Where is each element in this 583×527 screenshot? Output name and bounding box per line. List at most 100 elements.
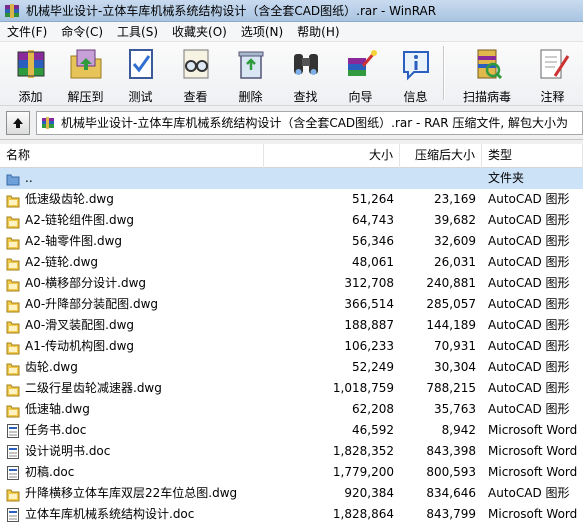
menu-favorites[interactable]: 收藏夹(O): [165, 22, 234, 42]
file-packed-size: 144,189: [426, 318, 476, 332]
view-button[interactable]: 查看: [168, 42, 223, 104]
file-name: A2-链轮组件图.dwg: [25, 213, 135, 227]
file-name-cell: 低速轴.dwg: [0, 399, 264, 420]
comment-pen-icon: [535, 46, 571, 82]
file-size: 1,018,759: [332, 381, 394, 395]
list-item[interactable]: 二级行星齿轮减速器.dwg 1,018,759 788,215 AutoCAD 图形: [0, 378, 583, 399]
file-size: 920,384: [344, 486, 394, 500]
menu-tools[interactable]: 工具(S): [110, 22, 165, 42]
file-type: AutoCAD 图形: [488, 276, 570, 290]
file-name: ..: [25, 171, 33, 185]
wizard-label: 向导: [348, 90, 373, 104]
add-button[interactable]: 添加: [3, 42, 58, 104]
file-size: 46,592: [352, 423, 394, 437]
file-name: A2-轴零件图.dwg: [25, 234, 123, 248]
title-bar: 机械毕业设计-立体车库机械系统结构设计（含全套CAD图纸）.rar - WinR…: [0, 0, 583, 22]
file-packed-size: 285,057: [426, 297, 476, 311]
file-size: 366,514: [344, 297, 394, 311]
file-size: 56,346: [352, 234, 394, 248]
add-archive-icon: [13, 46, 49, 82]
file-packed-size: 8,942: [441, 423, 476, 437]
dwg-file-icon: [6, 276, 20, 292]
winrar-app-icon[interactable]: [4, 3, 20, 19]
file-name-cell: 初稿.doc: [0, 462, 264, 483]
path-bar: 机械毕业设计-立体车库机械系统结构设计（含全套CAD图纸）.rar - RAR …: [0, 106, 583, 140]
menu-file[interactable]: 文件(F): [0, 22, 54, 42]
list-item[interactable]: A0-滑叉装配图.dwg 188,887 144,189 AutoCAD 图形: [0, 315, 583, 336]
find-binoculars-icon: [288, 46, 324, 82]
column-packed-header[interactable]: 压缩后大小: [400, 144, 482, 168]
column-size-header[interactable]: 大小: [264, 144, 400, 168]
comment-label: 注释: [540, 90, 565, 104]
file-type: AutoCAD 图形: [488, 192, 570, 206]
list-item[interactable]: A0-升降部分装配图.dwg 366,514 285,057 AutoCAD 图形: [0, 294, 583, 315]
extract-to-button[interactable]: 解压到: [58, 42, 113, 104]
doc-file-icon: [6, 444, 20, 460]
list-item[interactable]: .. 文件夹: [0, 168, 583, 189]
info-button[interactable]: 信息: [388, 42, 443, 104]
list-item[interactable]: 低速级齿轮.dwg 51,264 23,169 AutoCAD 图形: [0, 189, 583, 210]
test-button[interactable]: 测试: [113, 42, 168, 104]
find-button[interactable]: 查找: [278, 42, 333, 104]
list-item[interactable]: 初稿.doc 1,779,200 800,593 Microsoft Word: [0, 462, 583, 483]
list-item[interactable]: 齿轮.dwg 52,249 30,304 AutoCAD 图形: [0, 357, 583, 378]
list-item[interactable]: A2-链轮组件图.dwg 64,743 39,682 AutoCAD 图形: [0, 210, 583, 231]
file-name: A0-横移部分设计.dwg: [25, 276, 147, 290]
wizard-wand-icon: [343, 46, 379, 82]
list-header: 名称 大小 压缩后大小 类型: [0, 144, 583, 168]
file-type: AutoCAD 图形: [488, 402, 570, 416]
file-packed-size: 30,304: [434, 360, 476, 374]
file-type: AutoCAD 图形: [488, 297, 570, 311]
file-name-cell: 任务书.doc: [0, 420, 264, 441]
window-title: 机械毕业设计-立体车库机械系统结构设计（含全套CAD图纸）.rar - WinR…: [26, 4, 437, 18]
up-folder-button[interactable]: [6, 110, 30, 135]
list-item[interactable]: A1-传动机构图.dwg 106,233 70,931 AutoCAD 图形: [0, 336, 583, 357]
list-item[interactable]: 立体车库机械系统结构设计.doc 1,828,864 843,799 Microsof…: [0, 504, 583, 525]
delete-button[interactable]: 删除: [223, 42, 278, 104]
list-item[interactable]: 低速轴.dwg 62,208 35,763 AutoCAD 图形: [0, 399, 583, 420]
menu-help[interactable]: 帮助(H): [290, 22, 346, 42]
column-name-header[interactable]: 名称: [0, 144, 264, 168]
extract-to-label: 解压到: [67, 90, 104, 104]
file-type: AutoCAD 图形: [488, 213, 570, 227]
file-packed-size: 39,682: [434, 213, 476, 227]
rar-archive-icon: [41, 116, 55, 130]
wizard-button[interactable]: 向导: [333, 42, 388, 104]
menu-commands[interactable]: 命令(C): [54, 22, 110, 42]
file-size: 62,208: [352, 402, 394, 416]
file-name-cell: A2-链轮组件图.dwg: [0, 210, 264, 231]
file-type: Microsoft Word: [488, 507, 578, 521]
scan-virus-button[interactable]: 扫描病毒: [449, 42, 525, 104]
file-name-cell: A2-轴零件图.dwg: [0, 231, 264, 252]
column-type-header[interactable]: 类型: [482, 144, 583, 168]
dwg-file-icon: [6, 402, 20, 418]
file-size: 51,264: [352, 192, 394, 206]
file-name-cell: 立体车库机械系统结构设计.doc: [0, 504, 264, 525]
file-packed-size: 843,799: [426, 507, 476, 521]
folder-up-icon: [6, 171, 20, 187]
dwg-file-icon: [6, 213, 20, 229]
file-name: 低速轴.dwg: [25, 402, 90, 416]
dwg-file-icon: [6, 486, 20, 502]
file-name: A2-链轮.dwg: [25, 255, 99, 269]
dwg-file-icon: [6, 360, 20, 376]
add-label: 添加: [18, 90, 43, 104]
list-item[interactable]: 设计说明书.doc 1,828,352 843,398 Microsoft Word: [0, 441, 583, 462]
file-name: 齿轮.dwg: [25, 360, 78, 374]
archive-path-field[interactable]: 机械毕业设计-立体车库机械系统结构设计（含全套CAD图纸）.rar - RAR …: [36, 110, 583, 135]
file-type: 文件夹: [488, 171, 525, 185]
list-item[interactable]: A2-链轮.dwg 48,061 26,031 AutoCAD 图形: [0, 252, 583, 273]
comment-button[interactable]: 注释: [525, 42, 580, 104]
menu-options[interactable]: 选项(N): [234, 22, 290, 42]
file-name: 二级行星齿轮减速器.dwg: [25, 381, 162, 395]
list-item[interactable]: A2-轴零件图.dwg 56,346 32,609 AutoCAD 图形: [0, 231, 583, 252]
file-name: 设计说明书.doc: [25, 444, 111, 458]
file-name-cell: 齿轮.dwg: [0, 357, 264, 378]
list-item[interactable]: A0-横移部分设计.dwg 312,708 240,881 AutoCAD 图形: [0, 273, 583, 294]
file-name-cell: A1-传动机构图.dwg: [0, 336, 264, 357]
info-label: 信息: [403, 90, 428, 104]
file-packed-size: 23,169: [434, 192, 476, 206]
list-item[interactable]: 升降横移立体车库双层22车位总图.dwg 920,384 834,646 AutoCA…: [0, 483, 583, 504]
file-name-cell: A2-链轮.dwg: [0, 252, 264, 273]
list-item[interactable]: 任务书.doc 46,592 8,942 Microsoft Word: [0, 420, 583, 441]
